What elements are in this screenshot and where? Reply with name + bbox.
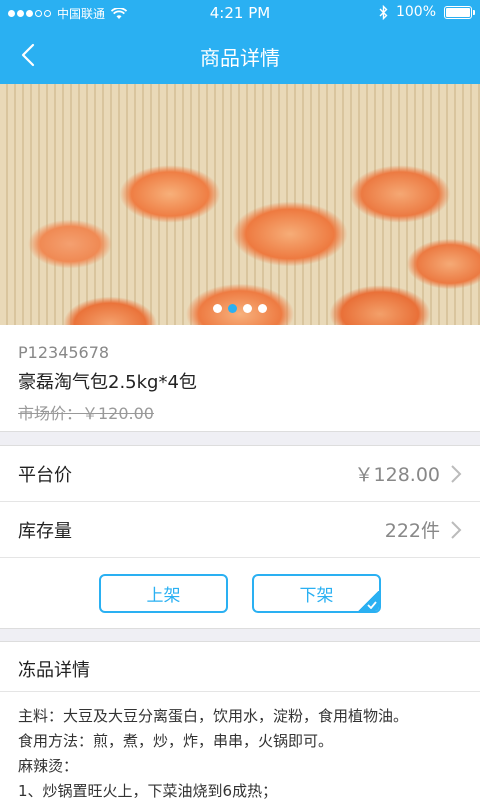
market-price: 市场价：￥120.00 [18, 404, 154, 423]
stock-value: 222件 [384, 520, 440, 542]
price-stock-panel: 平台价 ￥128.00 库存量 222件 上架 下架 [0, 445, 480, 629]
platform-price-value: ￥128.00 [354, 464, 440, 486]
stock-label: 库存量 [18, 520, 72, 542]
carousel-dot[interactable] [213, 304, 222, 313]
battery-label: 100% [395, 4, 436, 20]
details-line: 食用方法：煎，煮，炒，炸，串串，火锅即可。 [18, 732, 334, 750]
on-shelf-button[interactable]: 上架 [99, 573, 228, 613]
carousel-indicators [0, 304, 480, 313]
selected-check-icon [357, 590, 379, 611]
status-bar: 中国联通 4:21 PM 100% [0, 0, 480, 27]
details-line: 1、炒锅置旺火上，下菜油烧到6成热； [18, 782, 278, 800]
off-shelf-button[interactable]: 下架 [252, 573, 381, 613]
details-title: 冻品详情 [0, 642, 480, 692]
bluetooth-icon [379, 4, 388, 20]
chevron-right-icon [451, 520, 462, 539]
details-line: 麻辣烫： [18, 757, 79, 775]
chevron-right-icon [451, 464, 462, 483]
platform-price-label: 平台价 [18, 464, 72, 486]
shelf-actions: 上架 下架 [0, 558, 480, 628]
carousel-dot[interactable] [258, 304, 267, 313]
battery-icon [444, 5, 475, 19]
carousel-dot[interactable] [243, 304, 252, 313]
carousel-dot-active[interactable] [228, 304, 237, 313]
product-code: P12345678 [18, 343, 110, 362]
details-line: 主料：大豆及大豆分离蛋白，饮用水，淀粉，食用植物油。 [18, 707, 409, 725]
status-right: 100% [379, 4, 475, 20]
stock-row[interactable]: 库存量 222件 [0, 502, 480, 558]
platform-price-row[interactable]: 平台价 ￥128.00 [0, 446, 480, 502]
details-body: 主料：大豆及大豆分离蛋白，饮用水，淀粉，食用植物油。 食用方法：煎，煮，炒，炸，… [0, 692, 480, 800]
product-info: P12345678 豪磊淘气包2.5kg*4包 市场价：￥120.00 [0, 325, 480, 432]
product-image-carousel[interactable] [0, 84, 480, 325]
nav-bar: 商品详情 [0, 27, 480, 84]
off-shelf-label: 下架 [299, 585, 334, 606]
product-details: 冻品详情 主料：大豆及大豆分离蛋白，饮用水，淀粉，食用植物油。 食用方法：煎，煮… [0, 641, 480, 800]
product-name: 豪磊淘气包2.5kg*4包 [18, 372, 197, 393]
page-title: 商品详情 [200, 46, 280, 70]
